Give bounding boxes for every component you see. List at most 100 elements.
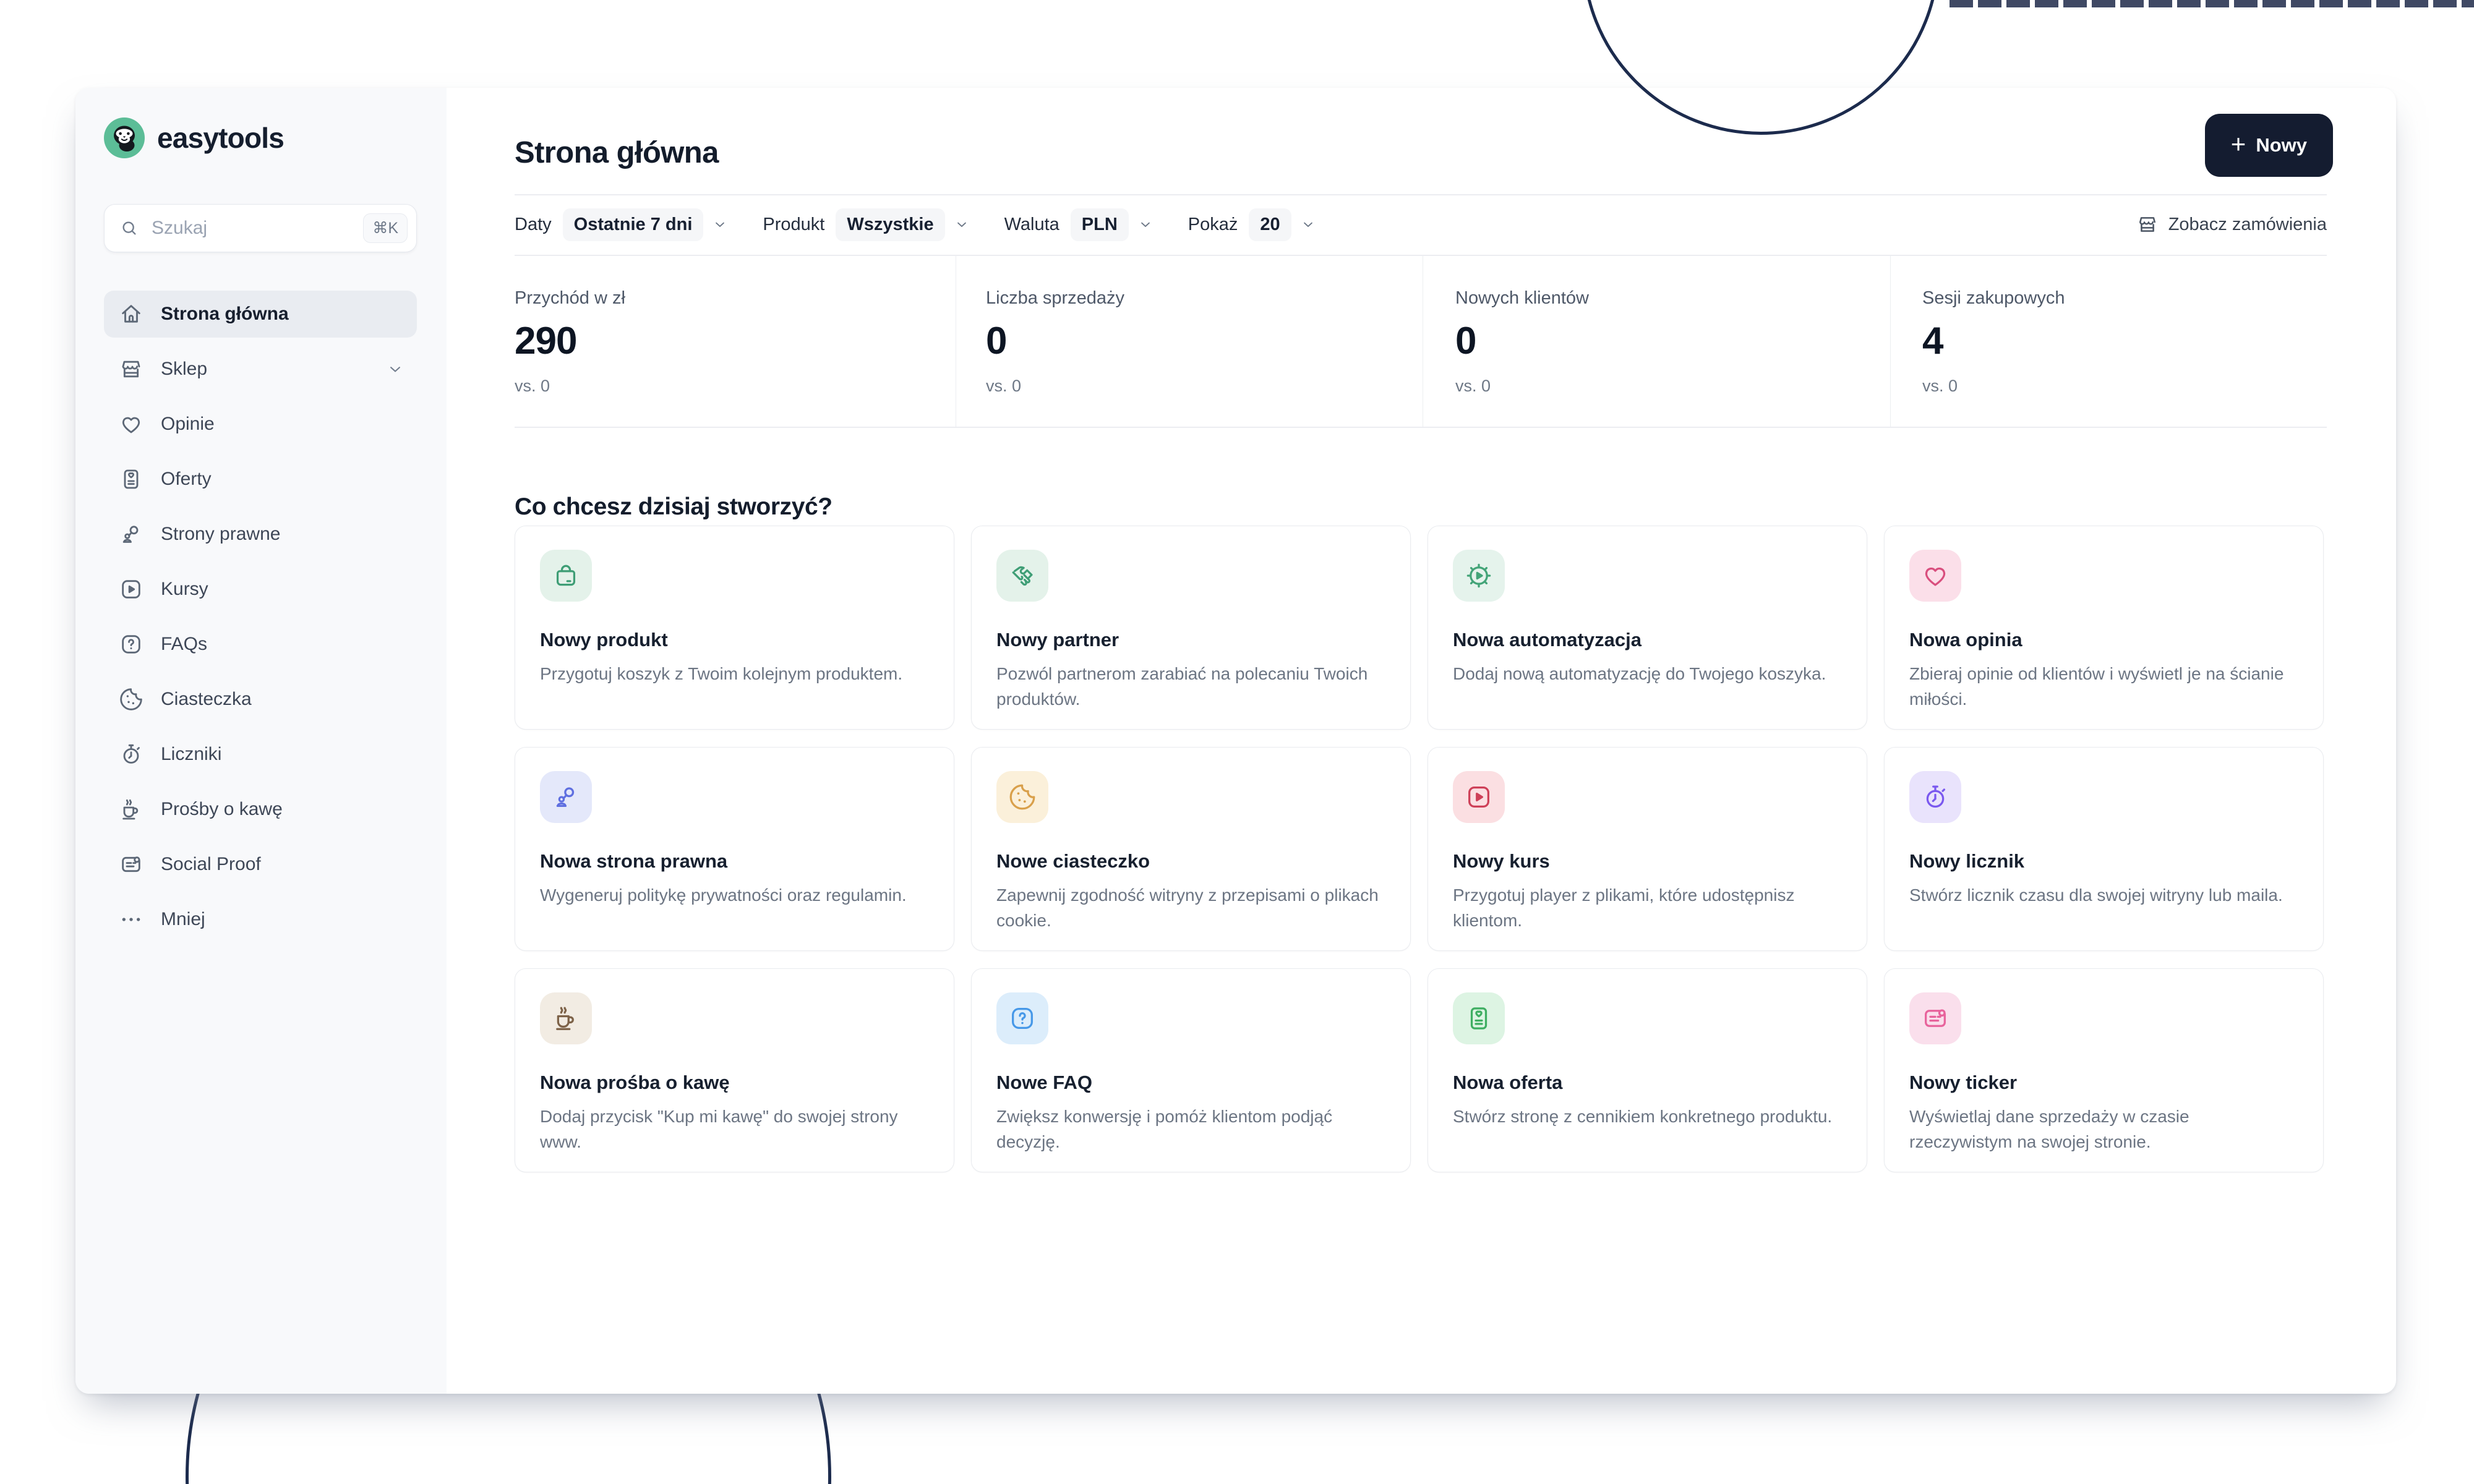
- sidebar-item-opinie[interactable]: Opinie: [104, 401, 417, 448]
- cookie-icon: [119, 687, 143, 712]
- filter-daty[interactable]: DatyOstatnie 7 dni: [515, 208, 728, 241]
- stat-liczba-sprzeda-y: Liczba sprzedaży0vs. 0: [956, 255, 1423, 427]
- stats-row: Przychód w zł 290 vs. 0 Liczba sprzedaży 0 vs…: [447, 255, 2396, 427]
- search-shortcut: ⌘K: [363, 213, 408, 243]
- brand[interactable]: easytools: [104, 117, 417, 158]
- brand-name: easytools: [157, 121, 284, 155]
- offer-card-icon: [1453, 992, 1505, 1044]
- sidebar: easytools ⌘K Strona główna Sklep Opinie Ofe…: [75, 88, 447, 1394]
- new-button[interactable]: + Nowy: [2205, 114, 2333, 177]
- card-description: Dodaj przycisk "Kup mi kawę" do swojej s…: [540, 1104, 927, 1154]
- stopwatch-icon: [1909, 771, 1961, 823]
- filter-value[interactable]: PLN: [1071, 208, 1129, 241]
- page-title: Strona główna: [515, 135, 719, 170]
- sidebar-item-faqs[interactable]: FAQs: [104, 621, 417, 668]
- card-nowe-ciasteczko[interactable]: Nowe ciasteczkoZapewnij zgodność witryny…: [971, 747, 1411, 951]
- card-description: Przygotuj player z plikami, które udostę…: [1453, 882, 1839, 933]
- filter-produkt[interactable]: Produkt Wszystkie: [763, 208, 969, 241]
- stat-compare: vs. 0: [1455, 377, 1890, 396]
- divider: [515, 427, 2327, 428]
- faq-icon: [119, 632, 143, 657]
- sidebar-item-oferty[interactable]: Oferty: [104, 456, 417, 503]
- card-title: Nowa prośba o kawę: [540, 1072, 929, 1094]
- filter-poka-[interactable]: Pokaż20: [1188, 208, 1316, 241]
- filter-value[interactable]: Wszystkie: [836, 208, 944, 241]
- main-content: Strona główna + Nowy DatyOstatnie 7 dni P…: [447, 88, 2396, 1394]
- stat-compare: vs. 0: [1922, 377, 2396, 396]
- card-title: Nowy ticker: [1909, 1072, 2298, 1094]
- card-nowa-prośba-o-kawę[interactable]: Nowa prośba o kawę Dodaj przycisk "Kup mi…: [515, 968, 954, 1172]
- page: easytools ⌘K Strona główna Sklep Opinie Ofe…: [0, 0, 2474, 1484]
- card-nowa-oferta[interactable]: Nowa oferta Stwórz stronę z cennikiem kon…: [1427, 968, 1867, 1172]
- sidebar-menu: Strona główna Sklep Opinie Oferty Strony pra…: [104, 291, 417, 943]
- sidebar-item-label: Mniej: [161, 909, 205, 930]
- legal-icon: [119, 522, 143, 547]
- view-orders-label: Zobacz zamówienia: [2168, 215, 2327, 235]
- sidebar-item-kursy[interactable]: Kursy: [104, 566, 417, 613]
- card-nowa-strona-prawna[interactable]: Nowa strona prawnaWygeneruj politykę pry…: [515, 747, 954, 951]
- sidebar-item-strony-prawne[interactable]: Strony prawne: [104, 511, 417, 558]
- sidebar-item-label: Oferty: [161, 469, 212, 490]
- social-card-icon: [1909, 992, 1961, 1044]
- stat-value: 0: [986, 322, 1423, 360]
- sidebar-item-social-proof[interactable]: Social Proof: [104, 841, 417, 888]
- sidebar-item-ciasteczka[interactable]: Ciasteczka: [104, 676, 417, 723]
- handshake-icon: [996, 550, 1048, 602]
- card-nowy-ticker[interactable]: Nowy tickerWyświetlaj dane sprzedaży w c…: [1884, 968, 2324, 1172]
- heart-icon: [1909, 550, 1961, 602]
- chevron-down-icon: [712, 216, 728, 232]
- sidebar-item-pro-by-o-kaw-[interactable]: Prośby o kawę: [104, 786, 417, 833]
- card-title: Nowa oferta: [1453, 1072, 1842, 1094]
- stat-label: Liczba sprzedaży: [986, 288, 1423, 309]
- filter-value[interactable]: Ostatnie 7 dni: [563, 208, 704, 241]
- sidebar-item-strona-g-wna[interactable]: Strona główna: [104, 291, 417, 338]
- stat-label: Przychód w zł: [515, 288, 956, 309]
- card-nowy-licznik[interactable]: Nowy licznikStwórz licznik czasu dla swo…: [1884, 747, 2324, 951]
- card-description: Przygotuj koszyk z Twoim kolejnym produk…: [540, 661, 927, 686]
- filter-bar: DatyOstatnie 7 dni Produkt Wszystkie Waluta…: [515, 194, 1351, 255]
- store-icon: [2136, 213, 2159, 236]
- sidebar-item-label: Strona główna: [161, 304, 289, 325]
- create-heading: Co chcesz dzisiaj stworzyć?: [515, 493, 833, 521]
- create-cards-grid: Nowy produktPrzygotuj koszyk z Twoim kol…: [515, 526, 2324, 1172]
- card-nowa-opinia[interactable]: Nowa opiniaZbieraj opinie od klientów i …: [1884, 526, 2324, 730]
- stat-value: 290: [515, 322, 956, 360]
- app-panel: easytools ⌘K Strona główna Sklep Opinie Ofe…: [75, 88, 2396, 1394]
- card-nowy-partner[interactable]: Nowy partnerPozwól partnerom zarabiać na…: [971, 526, 1411, 730]
- search-box[interactable]: ⌘K: [104, 204, 417, 252]
- stat-value: 0: [1455, 322, 1890, 360]
- heart-icon: [119, 412, 143, 437]
- card-nowe-faq[interactable]: Nowe FAQ Zwiększ konwersję i pomóż klient…: [971, 968, 1411, 1172]
- card-description: Wygeneruj politykę prywatności oraz regu…: [540, 882, 927, 908]
- legal-icon: [540, 771, 592, 823]
- ellipsis-icon: [119, 907, 143, 932]
- card-nowy-kurs[interactable]: Nowy kursPrzygotuj player z plikami, któ…: [1427, 747, 1867, 951]
- sidebar-item-mniej[interactable]: Mniej: [104, 896, 417, 943]
- search-input[interactable]: [150, 217, 363, 239]
- faq-icon: [996, 992, 1048, 1044]
- filter-value[interactable]: 20: [1249, 208, 1291, 241]
- sidebar-item-sklep[interactable]: Sklep: [104, 346, 417, 393]
- stat-label: Sesji zakupowych: [1922, 288, 2396, 309]
- filter-waluta[interactable]: Waluta PLN: [1004, 208, 1154, 241]
- card-title: Nowe FAQ: [996, 1072, 1385, 1094]
- card-description: Zbieraj opinie od klientów i wyświetl je…: [1909, 661, 2296, 712]
- stopwatch-icon: [119, 742, 143, 767]
- gear-play-icon: [1453, 550, 1505, 602]
- sidebar-item-label: Ciasteczka: [161, 689, 252, 710]
- filter-label: Produkt: [763, 215, 824, 235]
- decor-top-dashes: [1950, 0, 2474, 7]
- sidebar-item-label: Strony prawne: [161, 524, 280, 545]
- card-description: Stwórz stronę z cennikiem konkretnego pr…: [1453, 1104, 1839, 1129]
- card-nowy-produkt[interactable]: Nowy produktPrzygotuj koszyk z Twoim kol…: [515, 526, 954, 730]
- sidebar-item-label: Sklep: [161, 359, 207, 380]
- view-orders-link[interactable]: Zobacz zamówienia: [2136, 194, 2327, 255]
- coffee-icon: [540, 992, 592, 1044]
- filter-label: Waluta: [1004, 215, 1059, 235]
- card-description: Zwiększ konwersję i pomóż klientom podją…: [996, 1104, 1383, 1154]
- stat-label: Nowych klientów: [1455, 288, 1890, 309]
- sidebar-item-liczniki[interactable]: Liczniki: [104, 731, 417, 778]
- card-description: Pozwól partnerom zarabiać na polecaniu T…: [996, 661, 1383, 712]
- sidebar-item-label: Liczniki: [161, 744, 221, 765]
- card-nowa-automatyzacja[interactable]: Nowa automatyzacjaDodaj nową automatyzac…: [1427, 526, 1867, 730]
